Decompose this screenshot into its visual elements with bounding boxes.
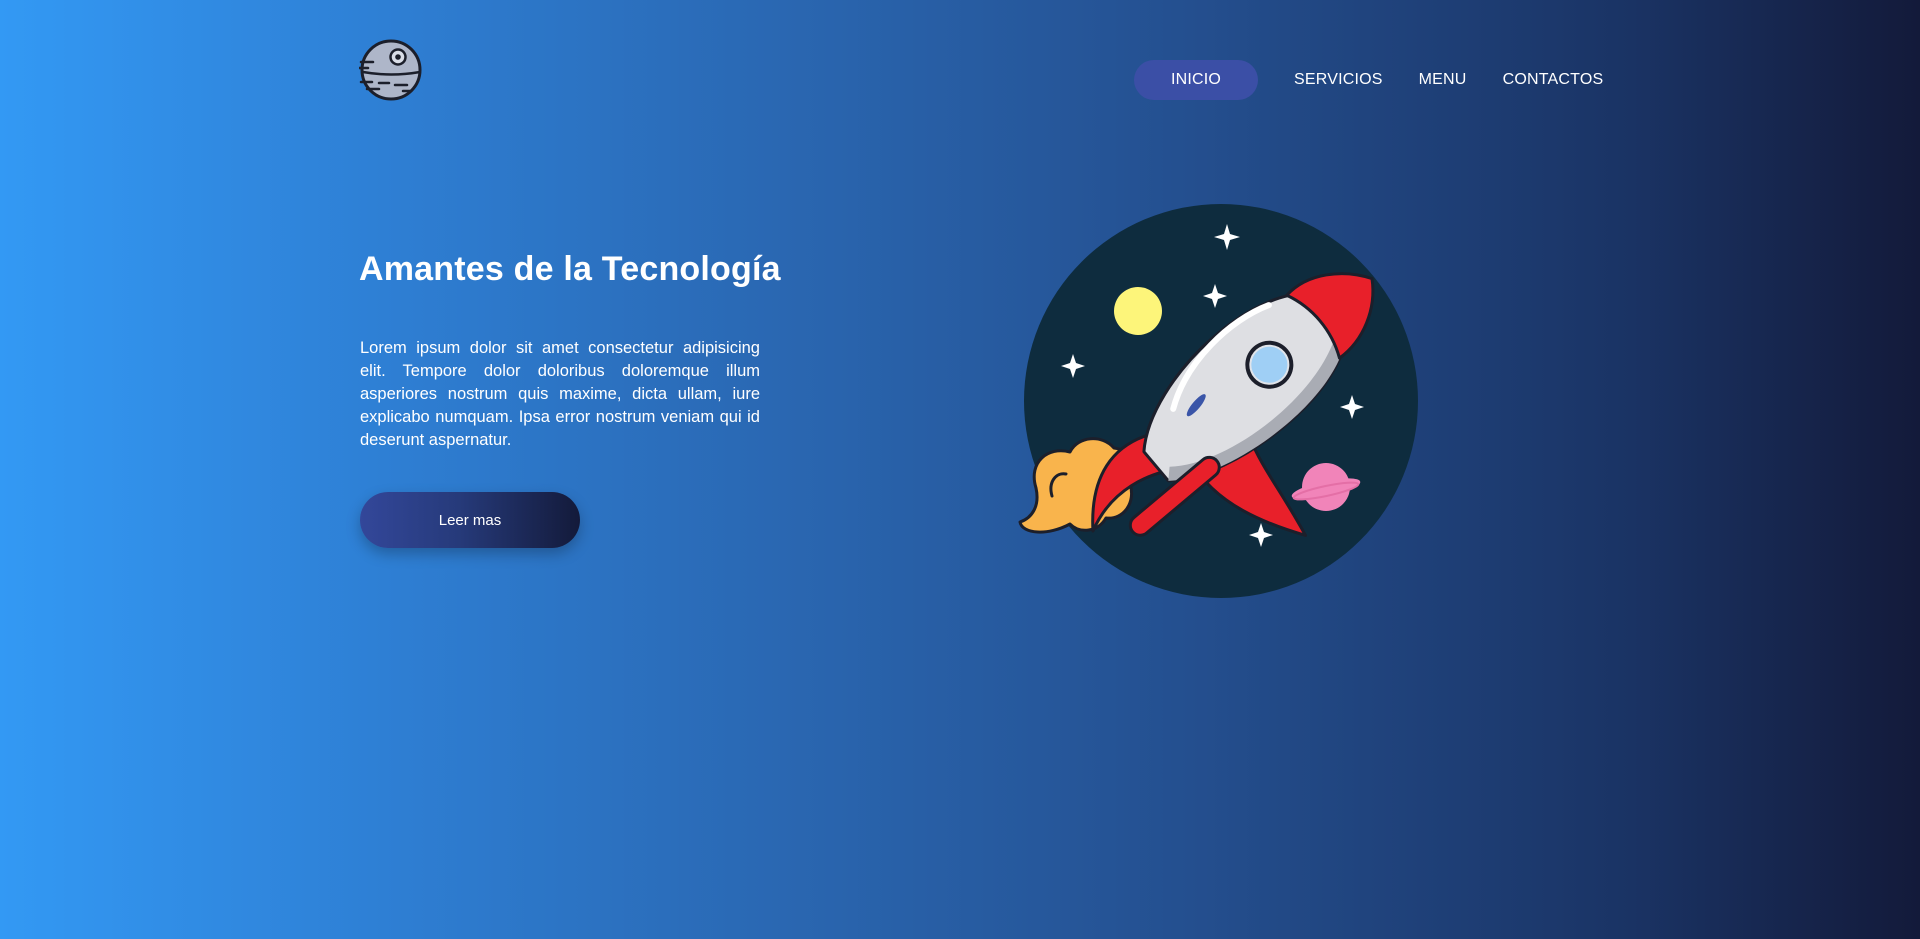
death-star-logo-icon[interactable] <box>357 38 423 102</box>
leer-mas-button[interactable]: Leer mas <box>360 492 580 548</box>
nav-inicio-link[interactable]: INICIO <box>1134 60 1258 100</box>
rocket-illustration <box>1018 200 1428 606</box>
hero-description: Lorem ipsum dolor sit amet consectetur a… <box>360 339 760 449</box>
hero-title: Amantes de la Tecnología <box>359 250 781 288</box>
nav-servicios-link[interactable]: SERVICIOS <box>1294 60 1383 100</box>
nav-contactos-link[interactable]: CONTACTOS <box>1503 60 1604 100</box>
main-nav: INICIO SERVICIOS MENU CONTACTOS <box>1134 60 1603 100</box>
nav-menu-link[interactable]: MENU <box>1419 60 1467 100</box>
